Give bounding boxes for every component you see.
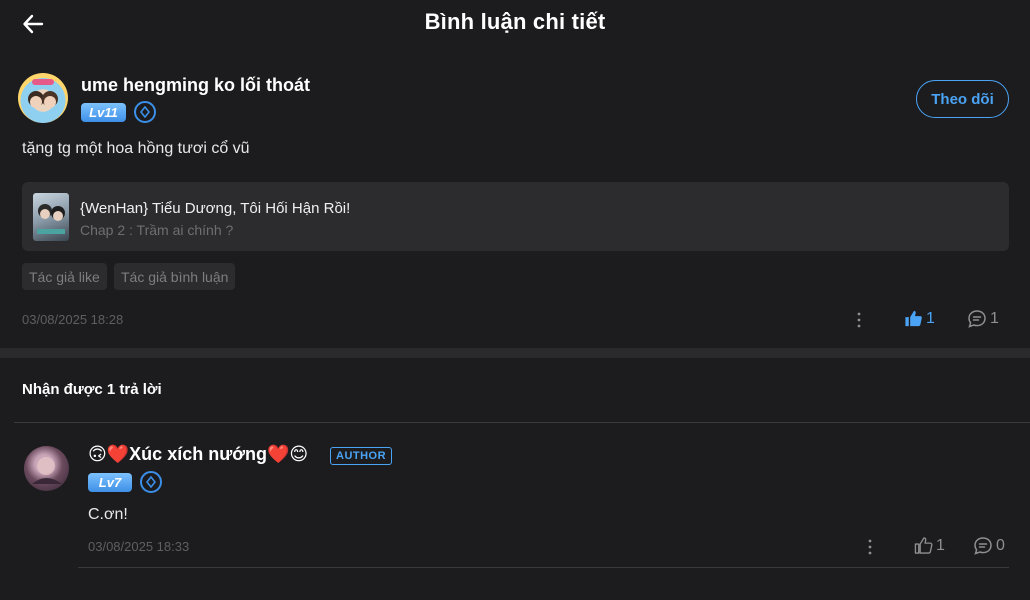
reply-reply-button[interactable]: 0 — [973, 536, 1005, 556]
story-title: {WenHan} Tiểu Dương, Tôi Hối Hận Rồi! — [80, 200, 351, 217]
comment-timestamp: 03/08/2025 18:28 — [22, 312, 124, 327]
reply-level-badge: Lv7 — [88, 473, 132, 492]
more-vertical-icon — [868, 539, 872, 555]
commenter-avatar[interactable] — [18, 73, 68, 123]
tag-author-like: Tác giả like — [22, 263, 107, 290]
like-count: 1 — [926, 309, 935, 327]
page-title: Bình luận chi tiết — [424, 9, 606, 34]
comment-icon — [974, 537, 992, 555]
reply-more-options-button[interactable] — [863, 538, 877, 556]
reply-text: C.ơn! — [88, 506, 128, 523]
reply-bottom-divider — [78, 567, 1009, 568]
more-vertical-icon — [857, 312, 861, 328]
replies-header: Nhận được 1 trả lời — [22, 381, 162, 398]
reply-username[interactable]: 🙃❤️Xúc xích nướng❤️😊 — [88, 444, 308, 465]
reply-count: 1 — [990, 310, 999, 327]
like-button[interactable]: 1 — [904, 309, 935, 328]
replies-divider — [14, 422, 1030, 423]
reply-rank-badge-icon — [140, 471, 162, 493]
follow-button[interactable]: Theo dõi — [916, 80, 1009, 118]
comment-text: tặng tg một hoa hồng tươi cổ vũ — [22, 140, 250, 157]
reply-button[interactable]: 1 — [967, 309, 999, 329]
reply-like-count: 1 — [936, 536, 945, 554]
avatar-image — [32, 457, 62, 484]
reply-avatar[interactable] — [24, 446, 69, 491]
story-thumbnail — [33, 193, 69, 241]
reply-timestamp: 03/08/2025 18:33 — [88, 539, 190, 554]
more-options-button[interactable] — [852, 311, 866, 329]
reply-reply-count: 0 — [996, 537, 1005, 554]
story-chapter: Chap 2 : Trầm ai chính ? — [80, 222, 234, 238]
tag-author-comment: Tác giả bình luận — [114, 263, 236, 290]
author-badge: AUTHOR — [330, 447, 393, 465]
reply-like-button[interactable]: 1 — [914, 536, 945, 555]
thumbs-up-icon — [914, 537, 933, 554]
top-bar: Bình luận chi tiết — [0, 0, 1030, 48]
section-divider — [0, 348, 1030, 358]
comment-icon — [968, 310, 986, 328]
rank-badge-icon — [134, 101, 156, 123]
avatar-image — [28, 79, 58, 108]
commenter-username[interactable]: ume hengming ko lối thoát — [81, 75, 310, 96]
level-badge: Lv11 — [81, 103, 126, 122]
thumbs-up-filled-icon — [905, 310, 922, 327]
story-card[interactable]: {WenHan} Tiểu Dương, Tôi Hối Hận Rồi! Ch… — [22, 182, 1009, 251]
